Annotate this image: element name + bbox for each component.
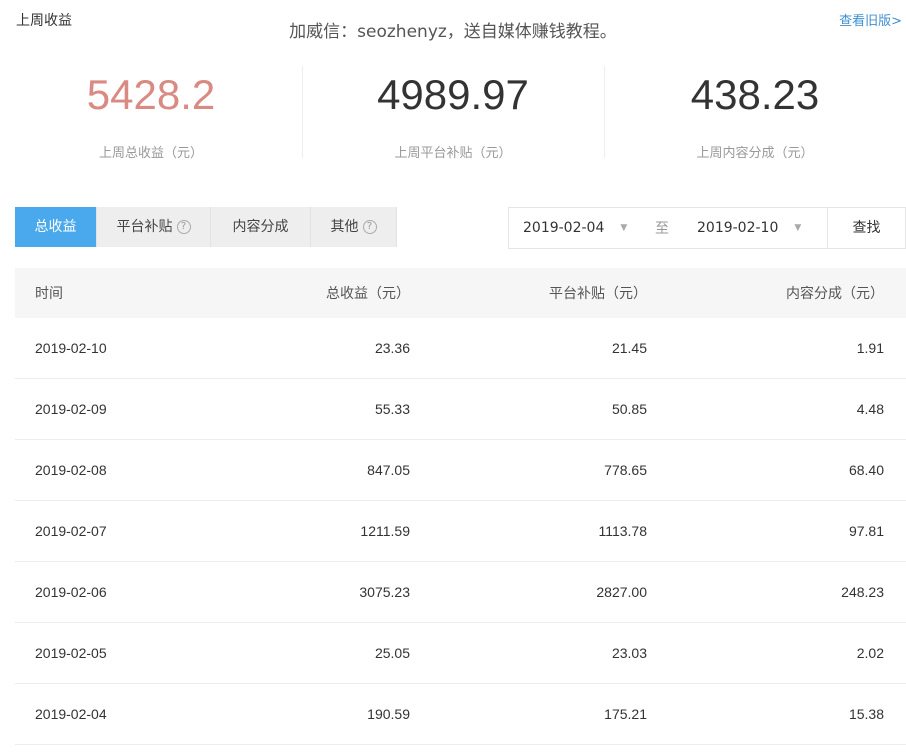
column-header-share: 内容分成（元） [786,286,884,302]
tab-total-income[interactable]: 总收益 [15,207,97,247]
cell-subsidy: 23.03 [611,645,647,661]
cell-share: 97.81 [848,523,884,539]
table-row: 2019-02-09 55.33 50.85 4.48 [15,379,906,440]
table-row: 2019-02-04 190.59 175.21 15.38 [15,684,906,745]
tab-label: 总收益 [34,219,77,235]
tab-label: 内容分成 [232,219,289,235]
column-header-total: 总收益（元） [326,286,410,302]
date-range-filter: 2019-02-04 ▼ 至 2019-02-10 ▼ 查找 [508,207,906,249]
end-date-value: 2019-02-10 [697,220,779,236]
table-header: 时间 总收益（元） 平台补贴（元） 内容分成（元） [15,268,906,318]
cell-subsidy: 1113.78 [598,523,647,539]
tab-label: 平台补贴 [116,219,173,235]
cell-total: 847.05 [367,462,410,478]
start-date-picker[interactable]: 2019-02-04 ▼ [523,220,627,236]
cell-total: 1211.59 [360,523,410,539]
cell-total: 3075.23 [359,584,410,600]
stat-label: 上周内容分成（元） [696,146,814,161]
start-date-value: 2019-02-04 [523,220,605,236]
question-circle-icon[interactable]: ? [176,220,191,234]
cell-total: 190.59 [367,706,410,722]
tab-platform-subsidy[interactable]: 平台补贴 ? [97,207,211,247]
cell-date: 2019-02-05 [35,645,107,661]
cell-date: 2019-02-04 [35,706,107,722]
promo-banner: 加威信：seozhenyz，送自媒体赚钱教程。 [289,22,617,42]
cell-share: 15.38 [848,706,884,722]
table-row: 2019-02-07 1211.59 1113.78 97.81 [15,501,906,562]
stat-total-income: 5428.2 上周总收益（元） [0,62,302,162]
cell-subsidy: 2827.00 [596,584,647,600]
stat-content-share: 438.23 上周内容分成（元） [604,62,906,162]
table-row: 2019-02-08 847.05 778.65 68.40 [15,440,906,501]
old-version-link[interactable]: 查看旧版> [839,10,902,29]
cell-share: 2.02 [856,645,884,661]
tab-label: 其他 [330,219,359,235]
cell-share: 1.91 [856,340,884,356]
end-date-picker[interactable]: 2019-02-10 ▼ [697,220,801,236]
stat-value: 438.23 [690,71,820,118]
cell-subsidy: 21.45 [611,340,647,356]
income-tabs: 总收益 平台补贴 ? 内容分成 其他 ? [15,207,397,247]
cell-share: 68.40 [848,462,884,478]
column-header-subsidy: 平台补贴（元） [549,286,647,302]
chevron-down-icon: ▼ [794,223,802,233]
cell-subsidy: 175.21 [604,706,647,722]
stat-value: 4989.97 [377,71,529,118]
stat-label: 上周平台补贴（元） [394,146,512,161]
stat-label: 上周总收益（元） [98,146,203,161]
cell-total: 55.33 [374,401,410,417]
table-row: 2019-02-10 23.36 21.45 1.91 [15,318,906,379]
cell-date: 2019-02-08 [35,462,107,478]
table-row: 2019-02-06 3075.23 2827.00 248.23 [15,562,906,623]
cell-subsidy: 50.85 [611,401,647,417]
stat-value: 5428.2 [86,71,216,118]
stat-platform-subsidy: 4989.97 上周平台补贴（元） [302,62,604,162]
column-header-date: 时间 [35,286,63,302]
cell-date: 2019-02-10 [35,340,107,356]
table-row: 2019-02-05 25.05 23.03 2.02 [15,623,906,684]
cell-share: 248.23 [841,584,884,600]
cell-total: 23.36 [374,340,410,356]
cell-date: 2019-02-09 [35,401,107,417]
cell-share: 4.48 [856,401,884,417]
date-separator: 至 [655,221,669,237]
income-table: 时间 总收益（元） 平台补贴（元） 内容分成（元） 2019-02-10 23.… [15,268,906,745]
tab-other[interactable]: 其他 ? [311,207,397,247]
cell-date: 2019-02-07 [35,523,107,539]
weekly-summary: 5428.2 上周总收益（元） 4989.97 上周平台补贴（元） 438.23… [0,62,906,162]
search-button[interactable]: 查找 [827,207,905,249]
chevron-down-icon: ▼ [620,223,628,233]
cell-total: 25.05 [374,645,410,661]
cell-date: 2019-02-06 [35,584,107,600]
cell-subsidy: 778.65 [604,462,647,478]
tab-content-share[interactable]: 内容分成 [211,207,311,247]
question-circle-icon[interactable]: ? [362,220,377,234]
